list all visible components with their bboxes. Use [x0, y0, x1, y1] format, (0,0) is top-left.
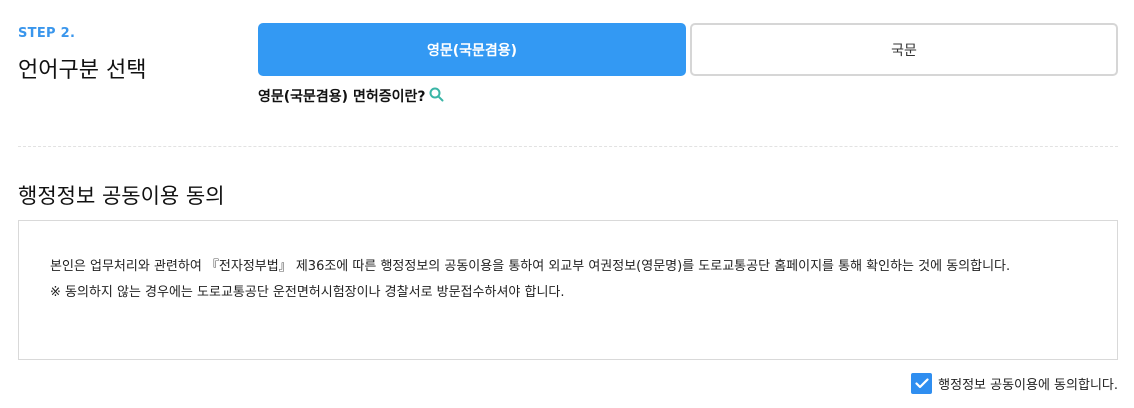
- consent-notice-text: ※ 동의하지 않는 경우에는 도로교통공단 운전면허시험장이나 경찰서로 방문접…: [50, 285, 565, 300]
- consent-checkbox-row[interactable]: 행정정보 공동이용에 동의합니다.: [911, 373, 1118, 394]
- consent-text-box: 본인은 업무처리와 관련하여 『전자정부법』 제36조에 따른 행정정보의 공동…: [18, 220, 1118, 360]
- consent-title: 행정정보 공동이용 동의: [18, 184, 225, 208]
- consent-checkbox[interactable]: [911, 373, 933, 394]
- step-label: STEP 2.: [18, 26, 76, 41]
- step-title: 언어구분 선택: [18, 58, 147, 83]
- license-info-label: 영문(국문겸용) 면허증이란?: [258, 89, 426, 105]
- search-icon: [425, 87, 444, 106]
- checkmark-icon: [915, 378, 929, 389]
- license-info-link[interactable]: 영문(국문겸용) 면허증이란?: [258, 86, 444, 106]
- lang-option-english[interactable]: 영문(국문겸용): [258, 23, 686, 76]
- lang-option-korean[interactable]: 국문: [690, 23, 1118, 76]
- section-divider: [18, 146, 1118, 147]
- consent-checkbox-label: 행정정보 공동이용에 동의합니다.: [938, 378, 1118, 393]
- consent-body-text: 본인은 업무처리와 관련하여 『전자정부법』 제36조에 따른 행정정보의 공동…: [50, 259, 1011, 274]
